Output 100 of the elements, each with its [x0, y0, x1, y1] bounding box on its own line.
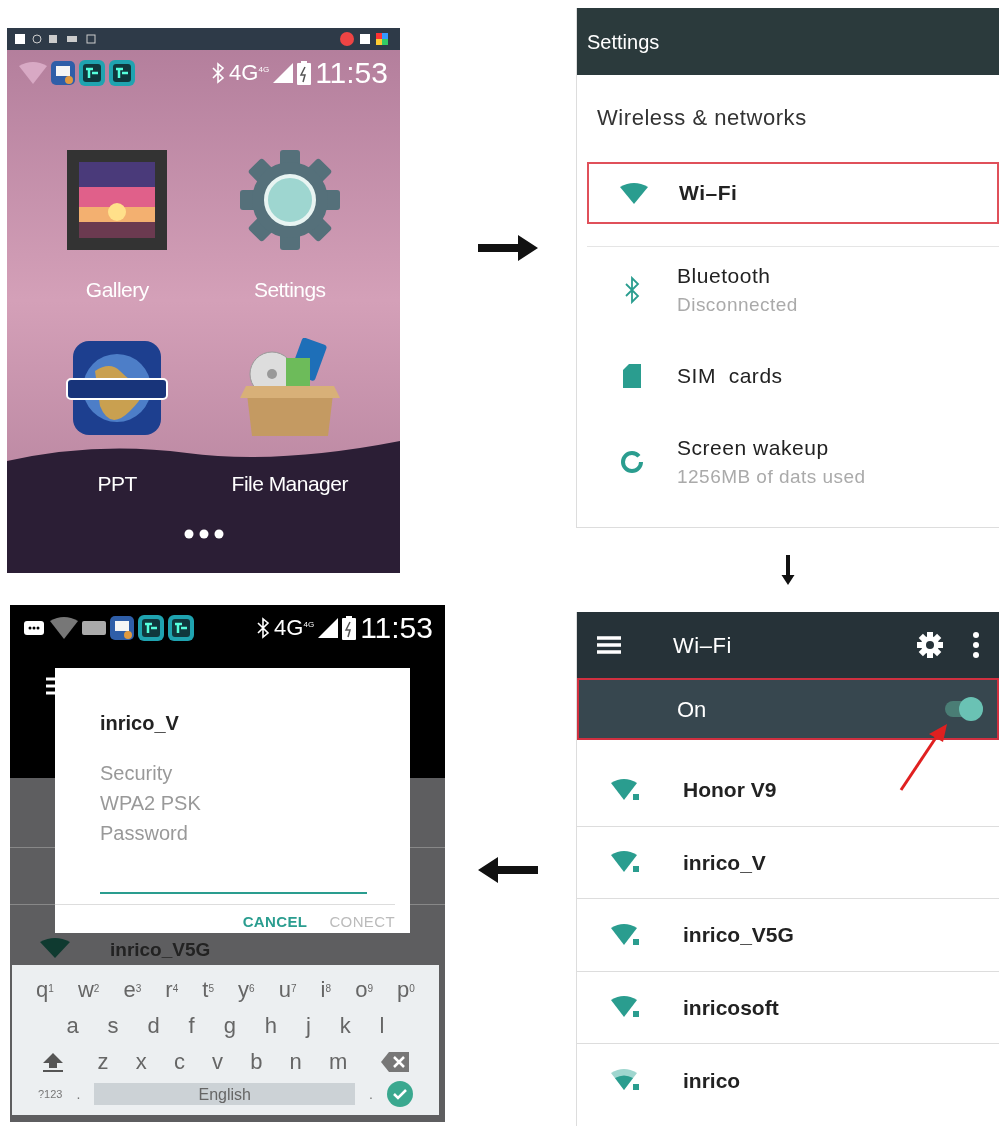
signal-icon	[273, 63, 294, 83]
app-icon	[109, 60, 135, 86]
item-title: Wi–Fi	[679, 180, 738, 207]
section-header: Wireless & networks	[596, 104, 808, 132]
wifi-lock-icon	[611, 777, 641, 802]
key[interactable]: o$^{9}$	[355, 979, 373, 1001]
network-name: inrico_V	[683, 849, 766, 876]
keyboard-icon	[82, 621, 106, 635]
item-subtitle: Disconnected	[677, 293, 798, 317]
menu-icon[interactable]	[597, 636, 621, 654]
file-box-icon	[237, 337, 342, 438]
pointer-arrow	[899, 722, 949, 792]
network-label: 4G	[303, 621, 315, 629]
settings-icon[interactable]	[917, 632, 943, 658]
key[interactable]: q$^{1}$	[36, 979, 54, 1001]
sim-card-icon	[623, 363, 641, 388]
app-icon	[110, 616, 134, 640]
page-indicator-drawing	[183, 529, 224, 539]
symbols-key[interactable]: ?123	[38, 1085, 63, 1103]
network-name: inrico_V5G	[683, 922, 794, 948]
backspace-icon[interactable]	[381, 1052, 409, 1072]
more-icon[interactable]	[973, 632, 979, 658]
wifi-lock-icon	[611, 922, 641, 947]
key[interactable]: v	[212, 1051, 224, 1073]
screen-title: Wi–Fi	[673, 631, 732, 660]
item-title: Bluetooth	[677, 262, 772, 289]
key[interactable]: x	[135, 1051, 147, 1073]
network-row[interactable]: Honor V9	[577, 754, 999, 827]
key[interactable]: n	[289, 1051, 302, 1073]
battery-icon	[342, 616, 357, 640]
network-label: 4G	[258, 66, 270, 74]
key[interactable]: r$^{4}$	[165, 979, 179, 1001]
dialog-button[interactable]: CANCEL	[242, 910, 308, 933]
network-row[interactable]: inrico_V	[577, 826, 999, 899]
data-usage-icon	[620, 449, 644, 474]
network-name: inrico	[683, 1067, 741, 1094]
key[interactable]: z	[97, 1051, 109, 1073]
key[interactable]: s	[107, 1015, 119, 1037]
dialog-text: Password	[100, 821, 189, 846]
key[interactable]: g	[223, 1015, 236, 1037]
bluetooth-icon	[211, 62, 226, 84]
key[interactable]: j	[305, 1015, 311, 1037]
network-label: 4G	[229, 62, 259, 84]
gear-icon	[237, 148, 342, 252]
globe-icon	[65, 340, 170, 435]
app-label[interactable]: File Manager	[231, 467, 348, 499]
settings-item[interactable]: Bluetooth Disconnected	[587, 246, 999, 332]
network-name: inricosoft	[683, 994, 779, 1021]
wifi-icon	[19, 62, 47, 84]
key[interactable]: l	[379, 1015, 385, 1037]
message-icon	[22, 619, 46, 637]
dialog-title: inrico_V	[100, 711, 180, 736]
settings-item[interactable]: Wi–Fi	[587, 162, 999, 224]
app-icon	[168, 615, 194, 641]
key[interactable]: w$^{2}$	[77, 979, 100, 1001]
wifi-lock-icon	[611, 850, 641, 875]
item-title: Screen wakeup	[677, 434, 830, 461]
wifi-icon	[40, 937, 70, 958]
key[interactable]: m	[329, 1051, 348, 1073]
network-row[interactable]: inrico_V5G	[577, 899, 999, 972]
settings-item[interactable]: Screen wakeup 1256MB of dats used	[587, 418, 999, 504]
item-title: SIM cards	[677, 362, 783, 389]
app-icon	[138, 615, 164, 641]
clock: 11:53	[315, 58, 388, 88]
key[interactable]: e$^{3}$	[123, 979, 142, 1001]
bluetooth-icon	[624, 275, 640, 304]
screen-title: Settings	[587, 29, 660, 55]
wifi-lock-icon	[611, 1068, 641, 1093]
key[interactable]: t$^{5}$	[202, 979, 214, 1001]
wifi-icon	[620, 182, 648, 204]
network-label: 4G	[274, 617, 304, 639]
arrow-icon	[478, 233, 538, 263]
key[interactable]: p$^{0}$	[397, 979, 415, 1001]
clock: 11:53	[360, 613, 433, 643]
done-icon[interactable]	[387, 1081, 413, 1107]
settings-item[interactable]: SIM cards	[587, 332, 999, 418]
key[interactable]: u$^{7}$	[278, 979, 297, 1001]
key[interactable]: c	[173, 1051, 185, 1073]
network-row[interactable]: inrico	[577, 1044, 999, 1117]
key[interactable]: d	[147, 1015, 160, 1037]
key[interactable]: h	[264, 1015, 277, 1037]
key[interactable]: a	[66, 1015, 79, 1037]
space-bar[interactable]: English	[94, 1083, 356, 1105]
app-icon	[79, 60, 105, 86]
key[interactable]: i$^{8}$	[320, 979, 332, 1001]
network-name: Honor V9	[683, 777, 777, 803]
shift-icon[interactable]	[42, 1051, 64, 1073]
dialog-text: Security	[100, 761, 174, 786]
period-key[interactable]: .	[363, 1083, 379, 1105]
key[interactable]: b	[250, 1051, 263, 1073]
dialog-text: WPA2 PSK	[100, 791, 202, 816]
comma-key[interactable]: .	[70, 1083, 87, 1105]
network-name: inrico_V5G	[110, 940, 211, 959]
key[interactable]: k	[339, 1015, 351, 1037]
app-icon	[51, 61, 75, 85]
key[interactable]: y$^{6}$	[238, 979, 255, 1001]
network-row[interactable]: inricosoft	[577, 971, 999, 1044]
key[interactable]: f	[188, 1015, 195, 1037]
app-label[interactable]: PPT	[97, 467, 137, 499]
arrow-icon	[478, 855, 538, 885]
